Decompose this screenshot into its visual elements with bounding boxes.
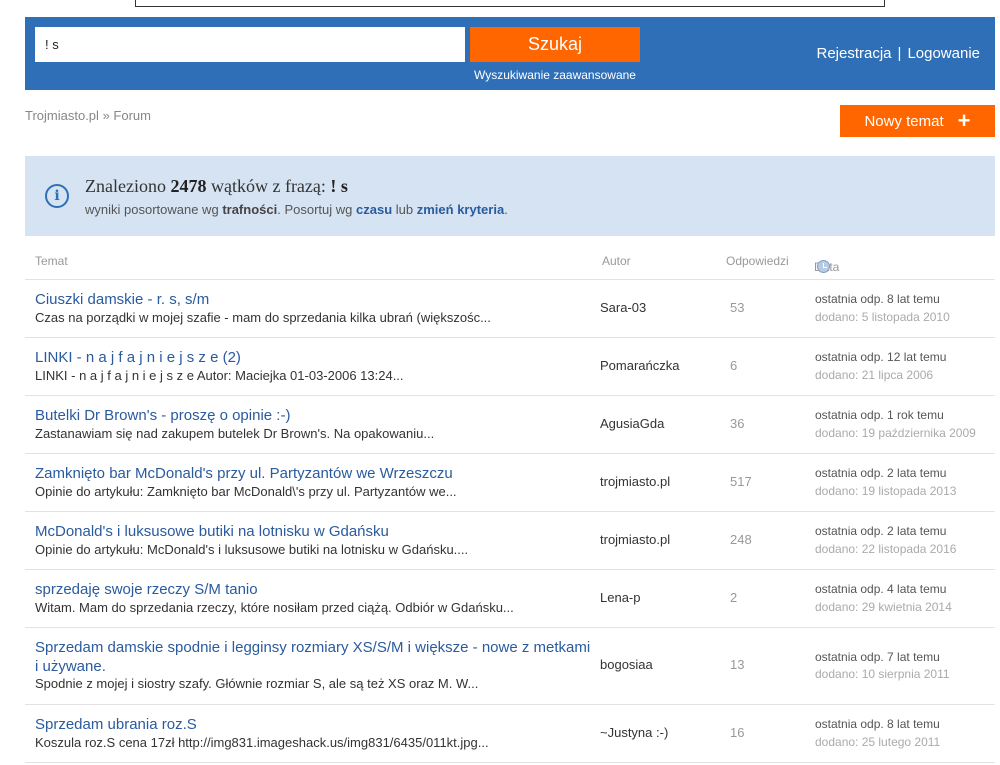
topic-author: trojmiasto.pl xyxy=(600,532,671,547)
auth-links: Rejestracja | Logowanie xyxy=(817,45,981,62)
search-summary: i Znaleziono 2478 wątków z frazą: ! s wy… xyxy=(25,156,995,236)
topic-last-reply: ostatnia odp. 2 lata temu xyxy=(815,524,947,538)
topic-snippet: Zastanawiam się nad zakupem butelek Dr B… xyxy=(35,426,435,441)
topic-author: Lena-p xyxy=(600,590,641,605)
topic-author: bogosiaa xyxy=(600,657,653,672)
top-frame xyxy=(135,0,885,7)
topic-author: AgusiaGda xyxy=(600,416,665,431)
column-author: Autor xyxy=(602,254,631,268)
topic-replies: 2 xyxy=(730,590,738,605)
topic-author: Sara-03 xyxy=(600,300,647,315)
topic-added-date: dodano: 19 listopada 2013 xyxy=(815,484,957,498)
topic-replies: 6 xyxy=(730,358,738,373)
new-topic-button[interactable]: Nowy temat + xyxy=(840,105,995,137)
topic-added-date: dodano: 25 lutego 2011 xyxy=(815,735,941,749)
sort-info: wyniki posortowane wg trafności. Posortu… xyxy=(85,202,508,217)
result-heading: Znaleziono 2478 wątków z frazą: ! s xyxy=(85,176,348,197)
topic-author: trojmiasto.pl xyxy=(600,474,671,489)
table-row: McDonald's i luksusowe butiki na lotnisk… xyxy=(25,512,995,570)
column-topic: Temat xyxy=(35,254,68,268)
result-prefix: Znaleziono xyxy=(85,176,166,196)
table-row: Butelki Dr Brown's - proszę o opinie :-)… xyxy=(25,396,995,454)
topic-title-link[interactable]: Sprzedam damskie spodnie i legginsy rozm… xyxy=(35,638,595,676)
search-button[interactable]: Szukaj xyxy=(470,27,640,62)
topic-title-link[interactable]: sprzedaję swoje rzeczy S/M tanio xyxy=(35,580,595,599)
advanced-search-link[interactable]: Wyszukiwanie zaawansowane xyxy=(470,68,640,82)
auth-separator: | xyxy=(897,45,902,62)
topic-added-date: dodano: 10 sierpnia 2011 xyxy=(815,667,950,681)
search-header: Szukaj Wyszukiwanie zaawansowane Rejestr… xyxy=(25,17,995,90)
topic-added-date: dodano: 19 października 2009 xyxy=(815,426,976,440)
topic-added-date: dodano: 22 listopada 2016 xyxy=(815,542,957,556)
topic-snippet: Spodnie z mojej i siostry szafy. Głównie… xyxy=(35,676,479,691)
topic-last-reply: ostatnia odp. 7 lat temu xyxy=(815,650,940,664)
search-input[interactable] xyxy=(35,27,465,62)
topic-replies: 248 xyxy=(730,532,752,547)
table-row: Ciuszki damskie - r. s, s/m Czas na porzą… xyxy=(25,280,995,338)
register-link[interactable]: Rejestracja xyxy=(817,45,892,62)
topic-snippet: Koszula roz.S cena 17zł http://img831.im… xyxy=(35,735,489,750)
topic-replies: 16 xyxy=(730,725,745,740)
sort-or: lub xyxy=(395,202,414,217)
topic-author: Pomarańczka xyxy=(600,358,680,373)
topic-title-link[interactable]: Sprzedam ubrania roz.S xyxy=(35,715,595,734)
breadcrumb-home[interactable]: Trojmiasto.pl xyxy=(25,108,99,123)
plus-icon: + xyxy=(957,108,971,133)
table-row: Sprzedam damskie spodnie i legginsy rozm… xyxy=(25,628,995,705)
topic-replies: 36 xyxy=(730,416,745,431)
column-replies: Odpowiedzi xyxy=(726,254,789,268)
topic-title-link[interactable]: Ciuszki damskie - r. s, s/m xyxy=(35,290,595,309)
topic-title-link[interactable]: Butelki Dr Brown's - proszę o opinie :-) xyxy=(35,406,595,425)
topic-last-reply: ostatnia odp. 12 lat temu xyxy=(815,350,947,364)
topic-title-link[interactable]: LINKI - n a j f a j n i e j s z e (2) xyxy=(35,348,595,367)
topic-replies: 13 xyxy=(730,657,745,672)
topic-title-link[interactable]: Zamknięto bar McDonald's przy ul. Partyz… xyxy=(35,464,595,483)
result-phrase: ! s xyxy=(330,176,348,196)
topic-last-reply: ostatnia odp. 1 rok temu xyxy=(815,408,944,422)
sort-by-time-link[interactable]: czasu xyxy=(356,202,392,217)
breadcrumb-separator: » xyxy=(102,108,110,123)
topic-snippet: Opinie do artykułu: McDonald's i luksuso… xyxy=(35,542,469,557)
table-row: sprzedaję swoje rzeczy S/M tanio Witam. M… xyxy=(25,570,995,628)
topic-last-reply: ostatnia odp. 2 lata temu xyxy=(815,466,947,480)
result-count: 2478 xyxy=(170,176,207,196)
new-topic-label: Nowy temat xyxy=(864,112,944,130)
topic-snippet: Opinie do artykułu: Zamknięto bar McDona… xyxy=(35,484,457,499)
login-link[interactable]: Logowanie xyxy=(907,45,980,62)
clock-icon[interactable] xyxy=(817,260,830,273)
change-criteria-link[interactable]: zmień kryteria xyxy=(417,202,504,217)
table-row: Zamknięto bar McDonald's przy ul. Partyz… xyxy=(25,454,995,512)
info-icon: i xyxy=(45,184,69,208)
topic-last-reply: ostatnia odp. 8 lat temu xyxy=(815,717,940,731)
topic-title-link[interactable]: McDonald's i luksusowe butiki na lotnisk… xyxy=(35,522,595,541)
topic-snippet: Czas na porządki w mojej szafie - mam do… xyxy=(35,310,491,325)
topic-snippet: Witam. Mam do sprzedania rzeczy, które n… xyxy=(35,600,514,615)
topic-replies: 517 xyxy=(730,474,752,489)
breadcrumb: Trojmiasto.pl » Forum xyxy=(25,108,151,123)
sort-mid: . Posortuj wg xyxy=(277,202,353,217)
topic-replies: 53 xyxy=(730,300,745,315)
topic-author: ~Justyna :-) xyxy=(600,725,669,740)
table-header: Temat Autor Odpowiedzi Data xyxy=(25,248,995,280)
result-middle: wątków z frazą: xyxy=(210,176,326,196)
topic-last-reply: ostatnia odp. 8 lat temu xyxy=(815,292,940,306)
breadcrumb-forum[interactable]: Forum xyxy=(113,108,151,123)
topic-snippet: LINKI - n a j f a j n i e j s z e Autor:… xyxy=(35,368,404,383)
topic-last-reply: ostatnia odp. 4 lata temu xyxy=(815,582,947,596)
sort-current: trafności xyxy=(222,202,278,217)
topic-added-date: dodano: 5 listopada 2010 xyxy=(815,310,950,324)
table-row: LINKI - n a j f a j n i e j s z e (2) LIN… xyxy=(25,338,995,396)
sort-prefix: wyniki posortowane wg xyxy=(85,202,219,217)
sort-end: . xyxy=(504,202,508,217)
topic-added-date: dodano: 21 lipca 2006 xyxy=(815,368,934,382)
table-row: Sprzedam ubrania roz.S Koszula roz.S cena… xyxy=(25,705,995,763)
topic-list: Ciuszki damskie - r. s, s/m Czas na porzą… xyxy=(25,280,995,763)
topic-added-date: dodano: 29 kwietnia 2014 xyxy=(815,600,952,614)
